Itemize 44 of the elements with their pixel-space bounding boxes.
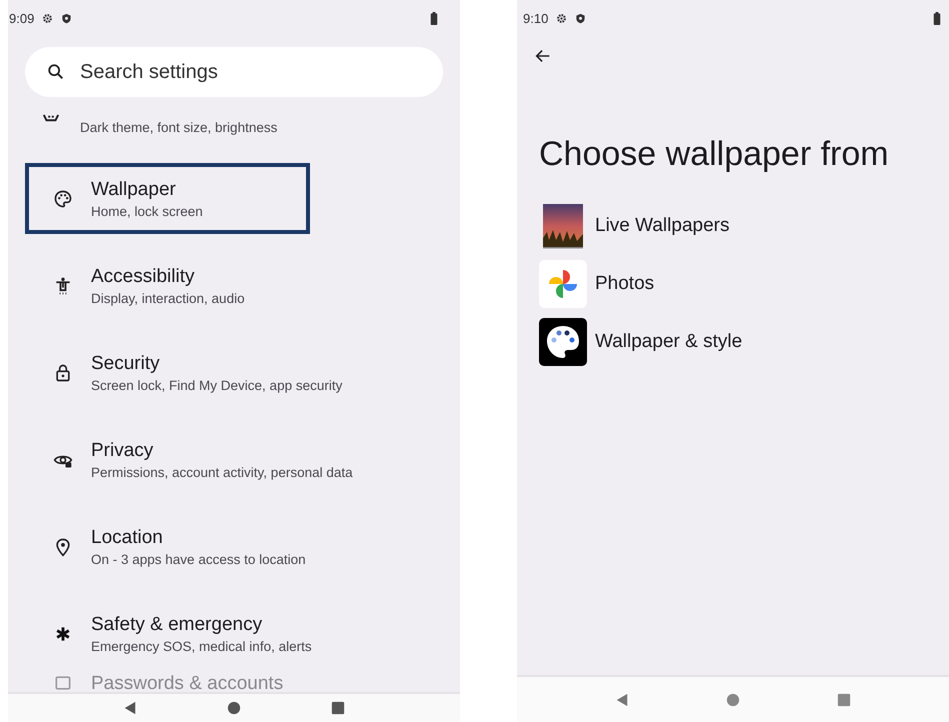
search-icon bbox=[47, 63, 65, 81]
back-icon[interactable] bbox=[123, 701, 137, 715]
settings-item[interactable]: Accessibility Display, interaction, audio bbox=[25, 250, 310, 321]
recents-icon[interactable] bbox=[331, 701, 345, 715]
pinwheel-icon bbox=[539, 260, 587, 308]
settings-item[interactable]: Security Screen lock, Find My Device, app security bbox=[25, 337, 358, 408]
setting-title: Privacy bbox=[91, 440, 154, 462]
search-field[interactable]: Search settings bbox=[25, 47, 443, 97]
palette-icon bbox=[53, 188, 73, 208]
app-option[interactable]: Photos bbox=[539, 260, 949, 308]
app-option[interactable]: Live Wallpapers bbox=[539, 202, 949, 250]
setting-subtitle: Screen lock, Find My Device, app security bbox=[91, 378, 342, 392]
recents-icon[interactable] bbox=[836, 692, 851, 706]
setting-subtitle: Emergency SOS, medical info, alerts bbox=[91, 638, 312, 654]
setting-subtitle: Display, interaction, audio bbox=[91, 290, 245, 306]
setting-title: Accessibility bbox=[91, 266, 196, 288]
shield-icon bbox=[575, 12, 586, 24]
gear-icon bbox=[556, 12, 568, 24]
brightness-icon bbox=[42, 114, 60, 123]
settings-item[interactable]: Location On - 3 apps have access to location bbox=[25, 511, 322, 582]
status-time: 9:09 bbox=[9, 10, 34, 26]
palette-icon bbox=[539, 318, 587, 366]
setting-title: Safety & emergency bbox=[91, 614, 264, 636]
battery-icon bbox=[933, 12, 941, 24]
gear-icon bbox=[42, 12, 54, 24]
setting-subtitle: Permissions, account activity, personal data bbox=[91, 464, 353, 480]
settings-item[interactable]: Wallpaper Home, lock screen bbox=[25, 163, 310, 234]
settings-item[interactable]: Privacy Permissions, account activity, personal data bbox=[25, 424, 369, 495]
settings-item[interactable]: Safety & emergency Emergency SOS, medical info, alerts bbox=[25, 598, 328, 669]
setting-subtitle: On - 3 apps have access to location bbox=[91, 552, 306, 566]
setting-subtitle: Home, lock screen bbox=[91, 204, 203, 218]
app-option[interactable]: Wallpaper & style bbox=[539, 318, 949, 366]
status-time: 9:10 bbox=[523, 10, 548, 26]
shield-icon bbox=[61, 12, 72, 24]
battery-icon bbox=[430, 12, 438, 24]
home-icon[interactable] bbox=[227, 701, 241, 715]
setting-title: Location bbox=[91, 526, 164, 548]
home-icon[interactable] bbox=[726, 692, 740, 706]
setting-title: Security bbox=[91, 352, 161, 374]
setting-title: Wallpaper bbox=[91, 178, 177, 200]
page-heading: Choose wallpaper from bbox=[539, 135, 890, 174]
back-icon[interactable] bbox=[615, 692, 630, 706]
setting-title: Passwords & accounts bbox=[91, 673, 284, 695]
setting-subtitle: Dark theme, font size, brightness bbox=[80, 120, 278, 135]
